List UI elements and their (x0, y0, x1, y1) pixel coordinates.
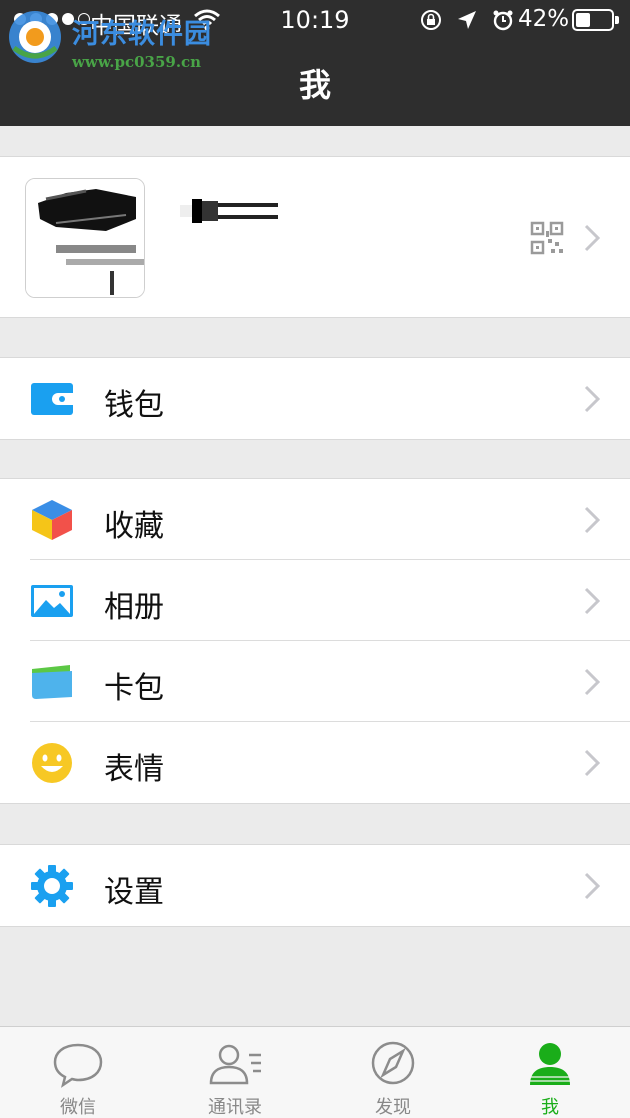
avatar[interactable] (25, 178, 145, 298)
chat-bubble-icon (53, 1043, 103, 1088)
tab-chats[interactable]: 微信 (18, 1027, 138, 1118)
settings-group: 设置 (0, 844, 630, 927)
location-arrow-icon (458, 11, 476, 29)
tab-bar: 微信 通讯录 发现 我 (0, 1026, 630, 1118)
battery-percentage: 42% (518, 6, 570, 32)
chevron-right-icon (584, 668, 600, 696)
menu-item-cards[interactable]: 卡包 (0, 640, 630, 722)
profile-name-redacted (180, 199, 278, 223)
card-holder-icon (32, 665, 72, 699)
menu-item-album[interactable]: 相册 (0, 559, 630, 641)
contacts-icon (209, 1044, 261, 1085)
menu-label: 表情 (104, 752, 164, 787)
chevron-right-icon (584, 224, 600, 252)
tab-label: 微信 (60, 1097, 96, 1118)
menu-label: 卡包 (104, 671, 164, 706)
smiley-face-icon (32, 743, 72, 783)
menu-item-stickers[interactable]: 表情 (0, 721, 630, 803)
person-icon (530, 1043, 570, 1085)
compass-icon (371, 1041, 415, 1085)
battery-icon (572, 9, 619, 31)
watermark-logo (9, 11, 61, 63)
chevron-right-icon (584, 506, 600, 534)
menu-label: 相册 (104, 590, 164, 625)
alarm-icon (493, 10, 513, 31)
chevron-right-icon (584, 385, 600, 413)
watermark: 河东软件园 www.pc0359.cn (6, 8, 216, 71)
tab-me[interactable]: 我 (490, 1027, 610, 1118)
features-group: 收藏 相册 卡包 表情 (0, 478, 630, 804)
top-bar: 中国联通 10:19 42% 河东软件园 www.pc0359.cn 我 (0, 0, 630, 126)
menu-label: 收藏 (104, 509, 164, 544)
tab-label: 通讯录 (208, 1097, 262, 1118)
avatar-image (26, 179, 144, 297)
qr-code-icon[interactable] (530, 221, 564, 255)
chevron-right-icon (584, 872, 600, 900)
album-photo-icon (31, 585, 73, 617)
menu-label: 设置 (104, 875, 164, 910)
chevron-right-icon (584, 587, 600, 615)
tab-discover[interactable]: 发现 (333, 1027, 453, 1118)
chevron-right-icon (584, 749, 600, 777)
tab-label: 发现 (375, 1097, 411, 1118)
menu-item-settings[interactable]: 设置 (0, 845, 630, 926)
wallet-group: 钱包 (0, 357, 630, 440)
wallet-icon (31, 383, 73, 415)
menu-label: 钱包 (104, 388, 164, 423)
watermark-title: 河东软件园 (72, 19, 212, 50)
menu-item-favorites[interactable]: 收藏 (0, 479, 630, 560)
menu-item-wallet[interactable]: 钱包 (0, 358, 630, 439)
profile-card[interactable] (0, 156, 630, 318)
gear-icon (31, 865, 73, 907)
tab-label: 我 (541, 1097, 559, 1118)
page-title: 我 (298, 66, 331, 104)
tab-contacts[interactable]: 通讯录 (175, 1027, 295, 1118)
favorites-cube-icon (32, 500, 72, 540)
rotation-lock-icon (421, 10, 441, 30)
